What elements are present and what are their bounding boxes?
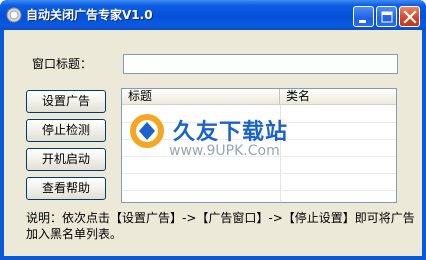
list-header: 标题 类名 (122, 89, 396, 105)
close-icon (403, 10, 417, 24)
minimize-icon (359, 20, 366, 23)
set-ad-button[interactable]: 设置广告 (26, 90, 106, 113)
client-area: 窗口标题： 设置广告 停止检测 开机启动 查看帮助 标题 类名 久友下载站 ww… (4, 30, 422, 256)
row-divider (122, 156, 396, 157)
window-title: 自动关闭广告专家V1.0 (26, 8, 153, 22)
close-button[interactable] (399, 6, 420, 27)
watermark-logo-icon (130, 114, 164, 148)
column-header-title[interactable]: 标题 (122, 89, 280, 105)
window-title-input[interactable] (123, 54, 398, 74)
startup-button[interactable]: 开机启动 (26, 148, 106, 171)
row-divider (122, 190, 396, 191)
ad-blacklist[interactable]: 标题 类名 久友下载站 www.9UPK.Com (121, 88, 397, 203)
minimize-button[interactable] (353, 6, 374, 27)
stop-detect-button[interactable]: 停止检测 (26, 119, 106, 142)
site-watermark: 久友下载站 www.9UPK.Com (123, 111, 395, 175)
app-icon (6, 7, 22, 23)
instructions-note: 说明：依次点击【设置广告】->【广告窗口】->【停止设置】即可将广告加入黑名单列… (26, 211, 415, 241)
maximize-button[interactable] (376, 6, 397, 27)
watermark-brand: 久友下载站 (173, 120, 289, 145)
title-bar[interactable]: 自动关闭广告专家V1.0 (0, 0, 426, 30)
app-window: 自动关闭广告专家V1.0 窗口标题： 设置广告 停止检测 开机启动 查看帮助 标… (0, 0, 426, 260)
column-header-class[interactable]: 类名 (280, 89, 396, 105)
maximize-icon (381, 11, 393, 23)
row-divider (122, 139, 396, 140)
row-divider (122, 122, 396, 123)
row-divider (122, 173, 396, 174)
help-button[interactable]: 查看帮助 (26, 177, 106, 200)
window-title-label: 窗口标题： (32, 57, 93, 71)
window-frame-bottom (0, 256, 426, 260)
column-divider (280, 105, 281, 202)
